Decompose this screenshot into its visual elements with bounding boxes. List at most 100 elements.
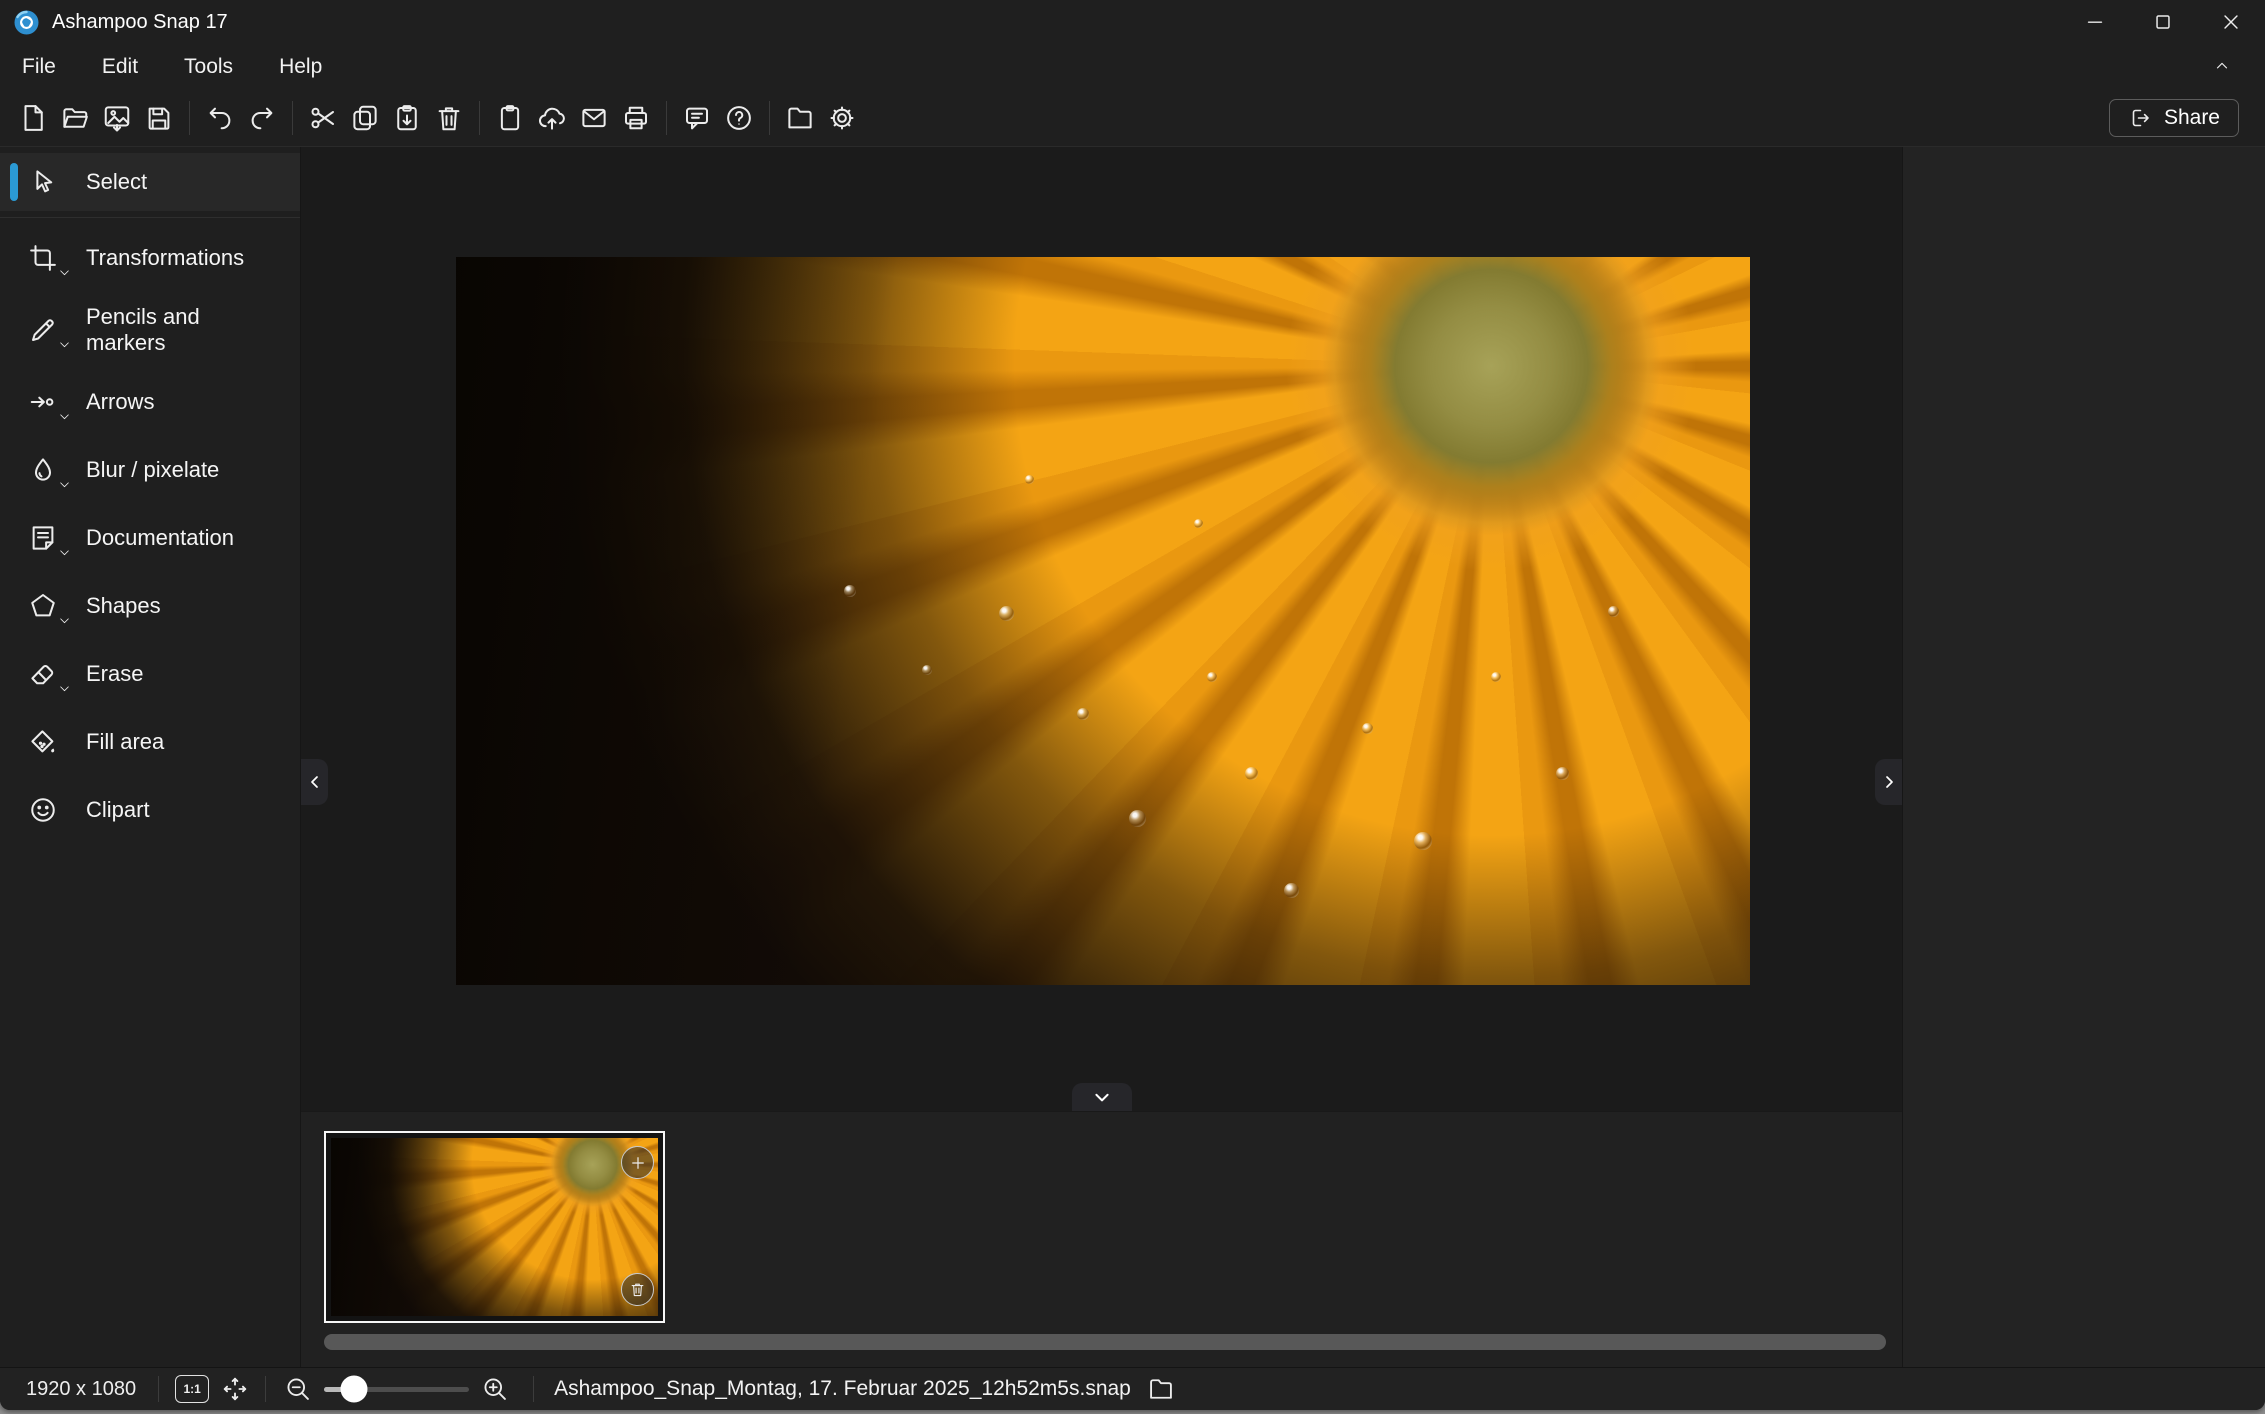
sidebar-item-label: Fill area [86, 729, 246, 755]
filmstrip [301, 1111, 1902, 1367]
toolbar-separator [666, 101, 667, 135]
water-droplet [1284, 883, 1299, 898]
window-title: Ashampoo Snap 17 [52, 11, 228, 34]
sidebar-item-pencils[interactable]: Pencils and markers [0, 292, 300, 368]
collapse-toolbar-button[interactable] [2205, 50, 2239, 82]
insert-image-button[interactable] [96, 96, 138, 140]
water-droplet [844, 585, 856, 597]
maximize-button[interactable] [2129, 0, 2197, 44]
eraser-icon [24, 655, 62, 693]
toolbar-separator [189, 101, 190, 135]
sidebar-item-clipart[interactable]: Clipart [0, 776, 300, 844]
comment-button[interactable] [676, 96, 718, 140]
zoom-out-button[interactable] [284, 1375, 312, 1403]
sidebar-item-fill-area[interactable]: Fill area [0, 708, 300, 776]
menu-help[interactable]: Help [263, 50, 338, 84]
statusbar-separator [158, 1376, 159, 1402]
water-droplet [1245, 767, 1258, 780]
water-droplet [1207, 672, 1217, 682]
minimize-button[interactable] [2061, 0, 2129, 44]
title-bar: Ashampoo Snap 17 [0, 0, 2265, 44]
delete-snap-button[interactable] [621, 1273, 654, 1306]
canvas[interactable] [301, 147, 1902, 1111]
smiley-icon [24, 791, 62, 829]
toolbar-separator [479, 101, 480, 135]
water-droplet [1608, 606, 1619, 617]
water-droplet [1077, 708, 1089, 720]
active-indicator [10, 163, 18, 201]
sidebar-item-label: Erase [86, 661, 246, 687]
copy-button[interactable] [344, 96, 386, 140]
zoom-slider-thumb[interactable] [341, 1376, 368, 1403]
open-folder-button[interactable] [779, 96, 821, 140]
crop-icon [24, 239, 62, 277]
sidebar-item-documentation[interactable]: Documentation [0, 504, 300, 572]
paste-button[interactable] [386, 96, 428, 140]
resolution-label: 1920 x 1080 [26, 1378, 136, 1401]
sidebar-item-select[interactable]: Select [0, 153, 300, 211]
next-snap-button[interactable] [1875, 759, 1902, 805]
statusbar-separator [533, 1376, 534, 1402]
cut-button[interactable] [302, 96, 344, 140]
water-droplet [1556, 767, 1569, 780]
one-to-one-icon: 1:1 [175, 1375, 209, 1403]
sidebar-item-label: Shapes [86, 593, 246, 619]
snap-thumbnail[interactable] [324, 1131, 665, 1323]
share-button[interactable]: Share [2109, 99, 2239, 137]
zoom-in-button[interactable] [481, 1375, 509, 1403]
tools-sidebar: Select Transformations Pencils and marke… [0, 147, 300, 1367]
clipboard-button[interactable] [489, 96, 531, 140]
right-panel [1902, 147, 2265, 1367]
statusbar-separator [265, 1376, 266, 1402]
show-filmstrip-button[interactable] [1072, 1083, 1132, 1111]
toolbar-separator [292, 101, 293, 135]
open-containing-folder-button[interactable] [1147, 1375, 1175, 1403]
fill-bucket-icon [24, 723, 62, 761]
menu-file[interactable]: File [6, 50, 72, 84]
undo-button[interactable] [199, 96, 241, 140]
sidebar-item-label: Documentation [86, 525, 246, 551]
share-icon [2128, 106, 2152, 130]
delete-button[interactable] [428, 96, 470, 140]
menu-bar: File Edit Tools Help [0, 44, 2265, 90]
sidebar-item-label: Pencils and markers [86, 304, 246, 355]
snap-thumbnail-image [331, 1138, 658, 1316]
zoom-slider[interactable] [324, 1376, 469, 1402]
help-button[interactable] [718, 96, 760, 140]
close-button[interactable] [2197, 0, 2265, 44]
previous-snap-button[interactable] [301, 759, 328, 805]
sidebar-item-shapes[interactable]: Shapes [0, 572, 300, 640]
menu-edit[interactable]: Edit [86, 50, 154, 84]
settings-button[interactable] [821, 96, 863, 140]
cloud-upload-button[interactable] [531, 96, 573, 140]
print-button[interactable] [615, 96, 657, 140]
open-file-button[interactable] [54, 96, 96, 140]
arrow-icon [24, 383, 62, 421]
save-button[interactable] [138, 96, 180, 140]
editor-area [300, 147, 1902, 1367]
water-droplet [922, 665, 932, 675]
water-droplet [999, 606, 1014, 621]
filmstrip-scrollbar[interactable] [324, 1334, 1886, 1350]
water-droplet [1025, 475, 1034, 484]
menu-tools[interactable]: Tools [168, 50, 249, 84]
share-label: Share [2164, 106, 2220, 130]
actual-size-button[interactable]: 1:1 [175, 1375, 209, 1403]
status-bar: 1920 x 1080 1:1 Ashampoo_Snap_Montag, 17… [0, 1367, 2265, 1410]
app-window: Ashampoo Snap 17 File Edit Tools Help [0, 0, 2265, 1410]
droplet-icon [24, 451, 62, 489]
app-logo-icon [13, 9, 40, 36]
snapshot-image[interactable] [456, 257, 1750, 985]
pan-button[interactable] [221, 1375, 249, 1403]
sidebar-item-transformations[interactable]: Transformations [0, 224, 300, 292]
sidebar-item-blur[interactable]: Blur / pixelate [0, 436, 300, 504]
sidebar-item-arrows[interactable]: Arrows [0, 368, 300, 436]
water-droplet [1129, 810, 1146, 827]
new-file-button[interactable] [12, 96, 54, 140]
redo-button[interactable] [241, 96, 283, 140]
water-droplet [1362, 723, 1373, 734]
sidebar-item-erase[interactable]: Erase [0, 640, 300, 708]
pentagon-icon [24, 587, 62, 625]
send-email-button[interactable] [573, 96, 615, 140]
add-snap-button[interactable] [621, 1146, 654, 1179]
